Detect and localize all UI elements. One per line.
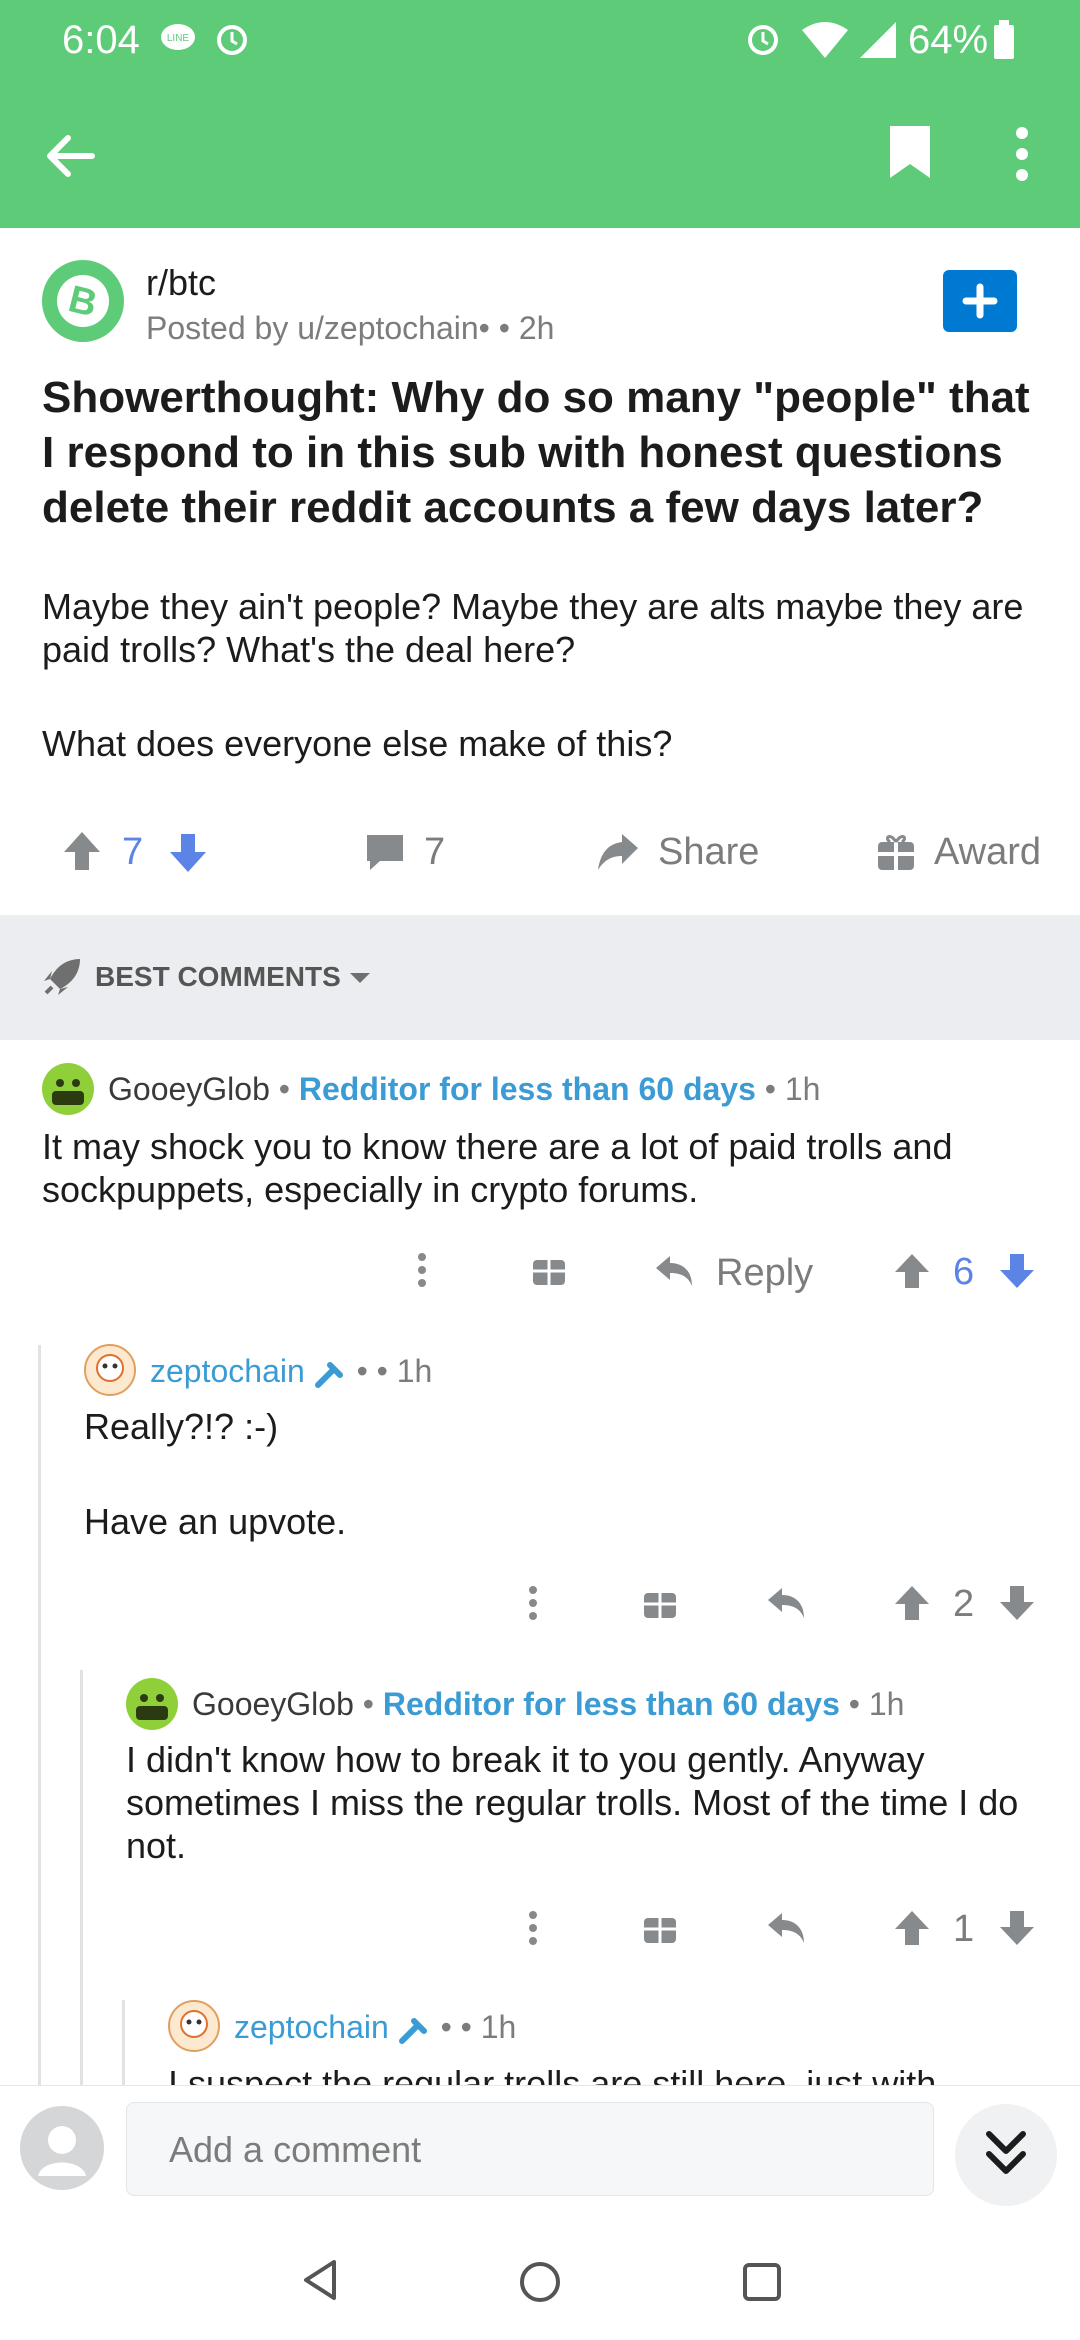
rocket-icon [42, 957, 82, 997]
more-vert-icon[interactable] [1010, 124, 1034, 184]
downvote-icon[interactable] [998, 1252, 1036, 1290]
upvote-icon[interactable] [893, 1252, 931, 1290]
comment-composer: Add a comment [0, 2085, 1080, 2211]
post-body-2: What does everyone else make of this? [42, 723, 673, 764]
comment-placeholder: Add a comment [169, 2129, 422, 2170]
vote-count: 1 [953, 1908, 975, 1950]
user-flair: Redditor for less than 60 days [298, 1071, 756, 1107]
back-arrow-icon[interactable] [40, 128, 102, 184]
reply-icon[interactable] [766, 1911, 806, 1945]
more-vert-icon[interactable] [525, 1910, 541, 1946]
comment-meta: zeptochain • • 1h [234, 2009, 517, 2045]
comment-meta: GooeyGlob • Redditor for less than 60 da… [192, 1686, 905, 1722]
avatar[interactable] [168, 2000, 220, 2052]
downvote-icon[interactable] [998, 1909, 1036, 1947]
alarm-icon [214, 20, 250, 56]
upvote-icon[interactable] [893, 1584, 931, 1622]
award-button[interactable]: Award [934, 831, 1041, 874]
comment-text: It may shock you to know there are a lot… [42, 1126, 953, 1210]
comment-text: I didn't know how to break it to you gen… [126, 1739, 1019, 1866]
post-age: • 2h [498, 310, 555, 346]
subreddit-avatar[interactable]: B [42, 260, 124, 342]
gift-icon[interactable] [532, 1252, 566, 1286]
post-downvote-icon[interactable] [168, 832, 208, 874]
vote-count: 6 [953, 1251, 975, 1293]
comment-age: 1h [868, 1686, 905, 1722]
reply-icon[interactable] [766, 1586, 806, 1620]
reply-button[interactable]: Reply [716, 1252, 813, 1295]
upvote-icon[interactable] [893, 1909, 931, 1947]
share-icon[interactable] [596, 832, 640, 872]
join-button[interactable] [943, 270, 1017, 332]
comment-meta: zeptochain • • 1h [150, 1353, 433, 1389]
avatar[interactable] [84, 1344, 136, 1396]
post-title[interactable]: Showerthought: Why do so many "people" t… [42, 370, 1042, 535]
posted-by[interactable]: Posted by u/zeptochain• [146, 310, 499, 346]
comment-age: 1h [784, 1071, 821, 1107]
thread-line[interactable] [122, 2000, 125, 2085]
plus-icon [962, 283, 998, 319]
comment-author[interactable]: GooeyGlob [192, 1686, 354, 1722]
alarm-icon-right [745, 20, 781, 56]
post-body-1: Maybe they ain't people? Maybe they are … [42, 586, 1024, 670]
battery-percent: 64% [908, 18, 989, 62]
thread-line[interactable] [38, 1345, 41, 2085]
status-bar: 6:04 LINE 64% [0, 0, 1080, 80]
nav-back-icon[interactable] [300, 2258, 340, 2302]
downvote-icon[interactable] [998, 1584, 1036, 1622]
status-time: 6:04 [62, 18, 140, 62]
comment-input[interactable]: Add a comment [126, 2102, 934, 2196]
post-upvote-icon[interactable] [62, 830, 102, 872]
more-vert-icon[interactable] [414, 1252, 430, 1288]
avatar[interactable] [42, 1063, 94, 1115]
comment-meta: GooeyGlob • Redditor for less than 60 da… [108, 1071, 821, 1107]
nav-home-icon[interactable] [518, 2260, 562, 2304]
sort-label[interactable]: BEST COMMENTS [95, 961, 341, 993]
signal-icon [858, 20, 898, 60]
wifi-icon [800, 20, 850, 60]
subreddit-name[interactable]: r/btc [146, 262, 216, 304]
double-chevron-down-icon [986, 2131, 1026, 2174]
vote-count: 2 [953, 1583, 975, 1625]
app-bar [0, 80, 1080, 228]
battery-icon [992, 20, 1016, 60]
post-comment-count[interactable]: 7 [424, 831, 445, 874]
line-app-icon: LINE [160, 22, 196, 54]
wrench-icon [398, 2015, 432, 2045]
comment-text: I suspect the regular trolls are still h… [168, 2063, 937, 2085]
gift-icon[interactable] [643, 1585, 677, 1619]
sort-bar[interactable]: BEST COMMENTS [0, 915, 1080, 1040]
post-vote-count: 7 [122, 831, 144, 873]
comment-age: 1h [396, 1353, 433, 1389]
avatar[interactable] [126, 1678, 178, 1730]
wrench-icon [314, 1359, 348, 1389]
reply-icon[interactable] [654, 1254, 694, 1288]
thread-line[interactable] [80, 1670, 83, 2085]
nav-recents-icon[interactable] [742, 2262, 782, 2302]
more-vert-icon[interactable] [525, 1585, 541, 1621]
bookmark-icon[interactable] [888, 124, 932, 180]
comment-author[interactable]: zeptochain [150, 1353, 305, 1389]
comment-text: Have an upvote. [84, 1501, 347, 1542]
chevron-down-icon[interactable] [348, 971, 372, 987]
comment-author[interactable]: zeptochain [234, 2009, 389, 2045]
gift-icon[interactable] [876, 832, 916, 872]
system-nav-bar [0, 2210, 1080, 2340]
gift-icon[interactable] [643, 1910, 677, 1944]
comment-author[interactable]: GooeyGlob [108, 1071, 270, 1107]
comment-bubble-icon[interactable] [364, 832, 406, 872]
comment-text: Really?!? :-) [84, 1406, 279, 1447]
user-avatar-icon[interactable] [20, 2106, 104, 2190]
user-flair: Redditor for less than 60 days [382, 1686, 840, 1722]
scroll-down-button[interactable] [955, 2104, 1057, 2206]
comment-age: 1h [480, 2009, 517, 2045]
post-meta: Posted by u/zeptochain• • 2h [146, 310, 554, 347]
share-button[interactable]: Share [658, 831, 759, 874]
svg-text:LINE: LINE [167, 33, 190, 44]
